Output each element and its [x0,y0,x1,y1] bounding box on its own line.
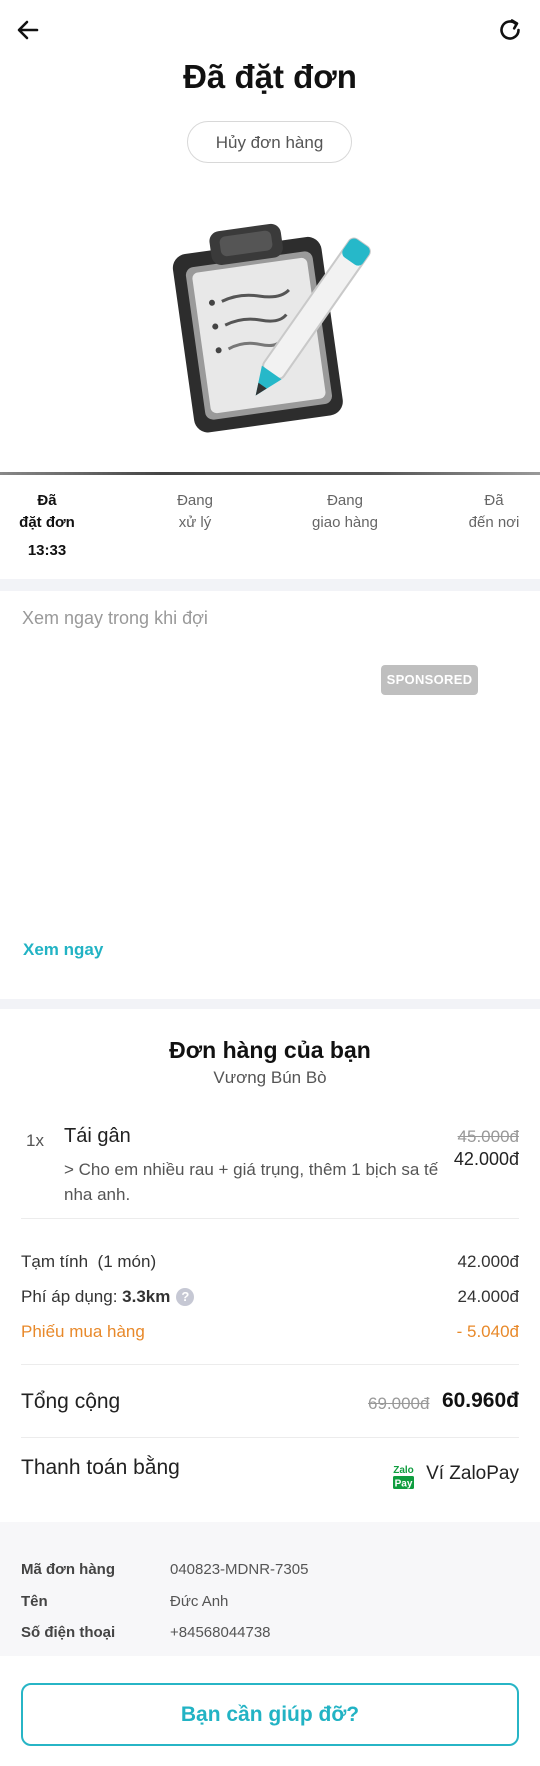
name-label: Tên [21,1593,48,1610]
phone-label: Số điện thoại [21,1624,116,1641]
step-label: Đã [37,492,57,509]
item-original-price: 45.000đ [457,1127,519,1146]
order-title: Đơn hàng của bạn [169,1037,371,1063]
step-ordered: Đã đặt đơn 13:33 [12,490,82,562]
svg-text:Zalo: Zalo [393,1465,414,1476]
phone-value: +84568044738 [170,1624,271,1641]
step-arrived: Đã đến nơi [458,490,530,534]
step-label: Đang [327,492,363,509]
step-label: đặt đơn [19,514,75,531]
store-name: Vương Bún Bò [213,1068,327,1087]
step-delivering: Đang giao hàng [300,490,390,534]
top-bar [0,0,540,60]
coupon-value: - 5.040đ [456,1322,519,1341]
coupon-label: Phiếu mua hàng [21,1322,145,1341]
watch-now-link[interactable]: Xem ngay [23,940,103,960]
step-time: 13:33 [27,542,67,559]
name-value: Đức Anh [170,1593,229,1610]
order-id-value: 040823-MDNR-7305 [170,1561,309,1578]
step-label: giao hàng [312,514,378,531]
zalopay-logo-icon: Zalo Pay [393,1465,414,1490]
section-divider [0,999,540,1009]
section-divider [0,579,540,591]
subtotal-label: Tạm tính (1 món) [21,1252,157,1271]
step-label: Đang [177,492,213,509]
total-original-price: 69.000đ [368,1394,430,1413]
step-label: xử lý [178,514,212,531]
subtotal-value: 42.000đ [457,1252,519,1271]
clipboard-pen-illustration [172,223,371,433]
order-meta-section: Mã đơn hàng 040823-MDNR-7305 Tên Đức Anh… [0,1522,540,1656]
arrow-left-icon[interactable] [10,12,46,48]
step-label: Đã [484,492,504,509]
total-value: 60.960đ [441,1389,519,1412]
ad-title: Xem ngay trong khi đợi [22,608,208,628]
progress-steps: Đã đặt đơn 13:33 Đang xử lý Đang giao hà… [0,490,540,560]
item-price: 42.000đ [453,1149,519,1169]
fee-label: Phí áp dụng: 3.3km? [21,1287,195,1307]
svg-text:Pay: Pay [395,1479,413,1490]
order-id-label: Mã đơn hàng [21,1561,115,1578]
refresh-icon[interactable] [492,12,528,48]
divider [21,1218,519,1219]
order-progress-bar [0,472,540,475]
cancel-order-button[interactable]: Hủy đơn hàng [187,121,352,163]
step-processing: Đang xử lý [160,490,230,534]
coupon-row: Phiếu mua hàng - 5.040đ [21,1322,519,1348]
divider [21,1364,519,1365]
subtotal-row: Tạm tính (1 món) 42.000đ [21,1252,519,1278]
page-title: Đã đặt đơn [183,58,357,95]
fee-value: 24.000đ [457,1287,519,1306]
payment-method: Ví ZaloPay [426,1463,519,1484]
item-name: Tái gân [64,1125,131,1147]
step-label: đến nơi [468,514,520,531]
total-label: Tổng cộng [21,1390,121,1413]
fee-row: Phí áp dụng: 3.3km? 24.000đ [21,1287,519,1313]
item-note: > Cho em nhiều rau + giá trụng, thêm 1 b… [64,1160,439,1204]
divider [21,1437,519,1438]
help-icon[interactable]: ? [176,1288,195,1306]
item-quantity: 1x [26,1131,44,1150]
need-help-button[interactable]: Bạn cần giúp đỡ? [21,1683,519,1746]
payment-label: Thanh toán bằng [21,1456,180,1479]
sponsored-badge: SPONSORED [381,665,478,695]
